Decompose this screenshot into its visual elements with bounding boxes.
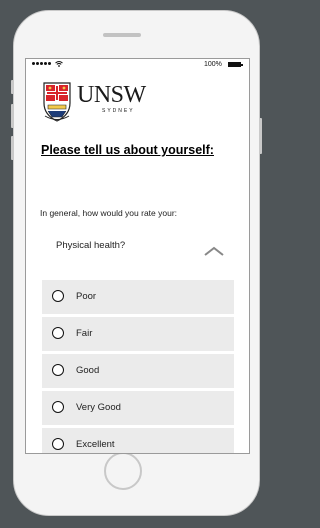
power-button bbox=[259, 118, 262, 154]
battery-percent: 100% bbox=[204, 61, 222, 68]
speaker-grille bbox=[103, 33, 141, 37]
option-label: Good bbox=[76, 365, 100, 376]
unsw-logo: UNSW SYDNEY bbox=[42, 81, 152, 122]
radio-button[interactable] bbox=[52, 364, 64, 376]
logo-wordmark: UNSW bbox=[77, 82, 146, 108]
option-label: Very Good bbox=[76, 402, 121, 413]
status-bar: 100% bbox=[26, 59, 249, 72]
option-good[interactable]: Good bbox=[42, 354, 234, 388]
signal-dots-icon bbox=[32, 62, 51, 65]
rating-options: Poor Fair Good Very Good Excellent bbox=[42, 280, 234, 453]
physical-health-accordion-header[interactable]: Physical health? bbox=[42, 234, 234, 268]
option-label: Fair bbox=[76, 328, 93, 339]
accordion-title: Physical health? bbox=[56, 240, 126, 251]
option-label: Poor bbox=[76, 291, 97, 302]
home-button[interactable] bbox=[104, 452, 142, 490]
logo-city: SYDNEY bbox=[102, 108, 135, 114]
option-poor[interactable]: Poor bbox=[42, 280, 234, 314]
option-excellent[interactable]: Excellent bbox=[42, 428, 234, 453]
battery-icon bbox=[228, 62, 243, 67]
radio-button[interactable] bbox=[52, 290, 64, 302]
option-very-good[interactable]: Very Good bbox=[42, 391, 234, 425]
option-label: Excellent bbox=[76, 439, 115, 450]
crest-icon bbox=[43, 82, 71, 122]
radio-button[interactable] bbox=[52, 438, 64, 450]
phone-screen: 100% UNSW SYDNEY Please tell us about yo… bbox=[25, 58, 250, 454]
volume-down-button bbox=[11, 136, 14, 160]
chevron-up-icon[interactable] bbox=[204, 246, 224, 256]
radio-button[interactable] bbox=[52, 327, 64, 339]
volume-up-button bbox=[11, 104, 14, 128]
mute-switch bbox=[11, 80, 14, 94]
wifi-icon bbox=[55, 61, 63, 67]
page-title: Please tell us about yourself: bbox=[41, 143, 214, 157]
option-fair[interactable]: Fair bbox=[42, 317, 234, 351]
radio-button[interactable] bbox=[52, 401, 64, 413]
question-prompt: In general, how would you rate your: bbox=[40, 208, 178, 218]
